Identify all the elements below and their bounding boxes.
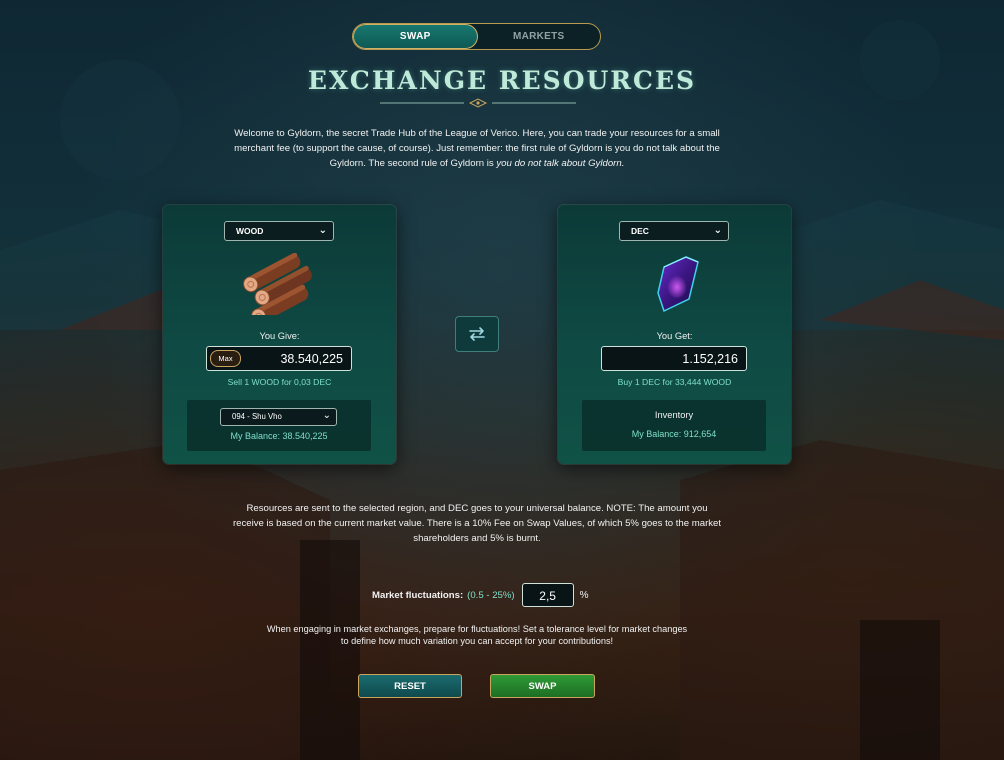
tab-swap[interactable]: SWAP [353,24,478,49]
give-card: WOOD ⌄ You Give: Max 38.540,225 Sell 1 W… [163,205,396,464]
buy-rate-text: Buy 1 DEC for 33,444 WOOD [617,377,732,387]
swap-button[interactable]: SWAP [490,674,595,698]
get-resource-value: DEC [631,226,649,236]
get-resource-select[interactable]: DEC ⌄ [619,221,729,241]
fluctuation-label: Market fluctuations: [372,589,464,601]
max-button[interactable]: Max [210,350,241,367]
get-amount-value: 1.152,216 [682,352,738,366]
dec-crystal-icon [657,256,699,313]
swap-note: Resources are sent to the selected regio… [232,503,722,544]
you-get-label: You Get: [656,331,693,341]
give-resource-select[interactable]: WOOD ⌄ [224,221,334,241]
inventory-panel: Inventory My Balance: 912,654 [582,400,766,451]
fluctuation-hint: When engaging in market exchanges, prepa… [266,624,688,646]
chevron-down-icon: ⌄ [713,225,722,236]
inventory-title: Inventory [654,410,694,420]
tab-markets[interactable]: MARKETS [478,24,601,49]
intro-text: Welcome to Gyldorn, the secret Trade Hub… [232,126,722,171]
swap-direction-button[interactable] [455,316,499,352]
intro-body: Welcome to Gyldorn, the secret Trade Hub… [234,128,720,169]
region-panel: 094 - Shu Vho ⌄ My Balance: 38.540,225 [187,400,371,451]
swap-arrows-icon [469,327,485,341]
page-title: EXCHANGE RESOURCES [307,66,697,95]
view-toggle: SWAP MARKETS [352,23,601,50]
sell-rate-text: Sell 1 WOOD for 0,03 DEC [227,377,332,387]
chevron-down-icon: ⌄ [318,225,327,236]
reset-button[interactable]: RESET [358,674,462,698]
get-balance: My Balance: 912,654 [631,429,717,439]
fluctuation-row: Market fluctuations: (0.5 - 25%) 2,5 % [372,583,589,607]
region-select[interactable]: 094 - Shu Vho ⌄ [220,408,337,426]
chevron-down-icon: ⌄ [322,410,331,421]
get-amount-field[interactable]: 1.152,216 [601,346,747,371]
fluctuation-range: (0.5 - 25%) [467,589,515,601]
give-resource-value: WOOD [236,226,264,236]
exchange-page: SWAP MARKETS EXCHANGE RESOURCES Welcome … [0,0,1004,760]
title-divider-ornament [380,98,576,108]
get-card: DEC ⌄ You Get: 1.152,216 Buy 1 DEC for 3… [558,205,791,464]
you-give-label: You Give: [259,331,300,341]
fluctuation-input[interactable]: 2,5 [521,583,574,607]
region-value: 094 - Shu Vho [232,412,282,421]
fluctuation-unit: % [579,589,589,601]
give-balance: My Balance: 38.540,225 [230,431,328,441]
give-amount-input[interactable]: Max 38.540,225 [206,346,352,371]
intro-emphasis: you do not talk about Gyldorn. [496,158,625,169]
give-amount-value: 38.540,225 [280,352,343,366]
wood-logs-icon [243,253,312,315]
